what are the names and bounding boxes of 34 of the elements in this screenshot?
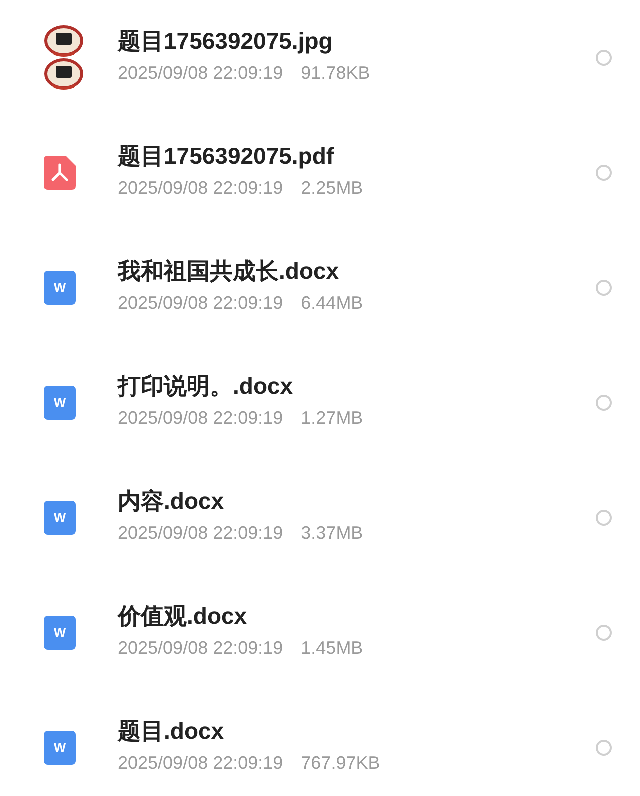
pdf-file-icon — [44, 156, 76, 190]
file-size: 1.45MB — [301, 637, 364, 659]
file-size: 3.37MB — [301, 522, 364, 544]
select-radio[interactable] — [596, 624, 612, 640]
file-name: 内容.docx — [118, 487, 226, 516]
select-radio[interactable] — [596, 394, 612, 410]
file-name: 题目1756392075.jpg — [118, 27, 334, 56]
file-name: 价值观.docx — [118, 602, 248, 631]
file-size: 767.97KB — [301, 752, 380, 774]
select-radio[interactable] — [596, 510, 612, 526]
select-radio[interactable] — [596, 50, 612, 66]
select-radio[interactable] — [596, 280, 612, 296]
file-date: 2025/09/08 22:09:19 — [118, 292, 284, 314]
file-date: 2025/09/08 22:09:19 — [118, 752, 284, 774]
file-size: 6.44MB — [301, 292, 364, 314]
word-file-icon: W — [44, 500, 76, 534]
file-name: 题目1756392075.pdf — [118, 142, 336, 171]
word-file-icon: W — [44, 730, 76, 764]
word-file-icon: W — [44, 270, 76, 304]
word-file-icon: W — [44, 386, 76, 420]
file-date: 2025/09/08 22:09:19 — [118, 62, 284, 84]
select-radio[interactable] — [596, 740, 612, 756]
select-radio[interactable] — [596, 164, 612, 180]
file-size: 1.27MB — [301, 407, 364, 429]
file-name: 题目.docx — [118, 717, 226, 746]
file-date: 2025/09/08 22:09:19 — [118, 177, 284, 199]
file-size: 91.78KB — [301, 62, 370, 84]
file-name: 打印说明。.docx — [118, 372, 294, 401]
word-file-icon: W — [44, 616, 76, 650]
file-size: 2.25MB — [301, 177, 364, 199]
file-date: 2025/09/08 22:09:19 — [118, 407, 284, 429]
file-date: 2025/09/08 22:09:19 — [118, 522, 284, 544]
file-date: 2025/09/08 22:09:19 — [118, 637, 284, 659]
file-name: 我和祖国共成长.docx — [118, 257, 340, 286]
